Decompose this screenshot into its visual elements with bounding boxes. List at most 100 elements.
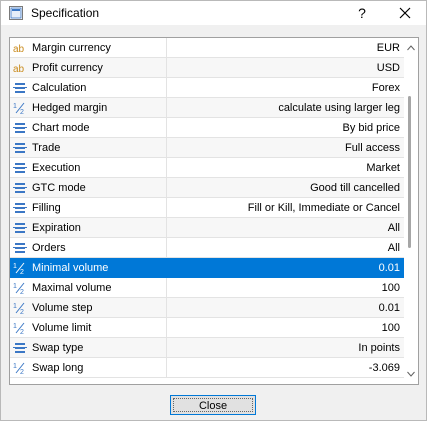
scroll-up-arrow-icon[interactable]	[407, 44, 415, 52]
column-separator	[166, 338, 167, 358]
property-value: Forex	[371, 82, 400, 94]
list-icon	[13, 121, 27, 135]
column-separator	[166, 38, 167, 58]
property-row[interactable]: 1 2 Maximal volume 100	[10, 278, 404, 298]
svg-text:ab: ab	[13, 64, 25, 75]
property-name: Volume step	[32, 302, 93, 314]
property-value: Market	[366, 162, 400, 174]
property-row[interactable]: Filling Fill or Kill, Immediate or Cancel	[10, 198, 404, 218]
property-value: Good till cancelled	[310, 182, 400, 194]
svg-text:1: 1	[13, 323, 17, 330]
column-separator	[166, 258, 167, 278]
number-icon: 12	[13, 261, 27, 276]
title-bar[interactable]: Specification ?	[1, 1, 426, 25]
scrollbar-thumb[interactable]	[408, 96, 411, 248]
column-separator	[166, 238, 167, 258]
property-value: 100	[381, 322, 400, 334]
list-icon	[13, 201, 27, 215]
property-row[interactable]: 1 2 Minimal volume 0.01	[10, 258, 404, 278]
text-icon: ab	[13, 61, 27, 75]
property-value: By bid price	[342, 122, 400, 134]
column-separator	[166, 118, 167, 138]
svg-text:2: 2	[20, 309, 24, 315]
list-icon	[13, 241, 27, 255]
svg-text:2: 2	[20, 369, 24, 375]
property-row[interactable]: ab Profit currency USD	[10, 58, 404, 78]
property-name: Profit currency	[32, 62, 103, 74]
svg-text:1: 1	[13, 303, 17, 310]
property-row[interactable]: Swap type In points	[10, 338, 404, 358]
property-row[interactable]: 1 2 Volume step 0.01	[10, 298, 404, 318]
list-icon	[13, 341, 27, 355]
window-title: Specification	[31, 6, 100, 20]
list-icon	[13, 141, 27, 155]
property-value: All	[387, 222, 400, 234]
property-name: Minimal volume	[32, 262, 109, 274]
specification-grid[interactable]: ab Margin currency EUR ab Profit currency USD…	[9, 37, 419, 385]
column-separator	[166, 58, 167, 78]
svg-text:2: 2	[20, 329, 24, 335]
help-button[interactable]: ?	[353, 3, 371, 23]
property-name: Execution	[32, 162, 81, 174]
property-row[interactable]: 1 2 Hedged margin calculate using larger le…	[10, 98, 404, 118]
list-icon	[13, 161, 27, 175]
number-icon: 12	[13, 281, 27, 296]
focus-rectangle	[173, 398, 253, 412]
svg-text:1: 1	[13, 363, 17, 370]
close-window-button[interactable]	[395, 3, 415, 23]
number-icon: 12	[13, 321, 27, 336]
svg-text:2: 2	[20, 289, 24, 295]
property-row[interactable]: 1 2 Volume limit 100	[10, 318, 404, 338]
number-icon: 12	[13, 301, 27, 316]
property-row[interactable]: 1 2 Swap long -3.069	[10, 358, 404, 378]
property-value: -3.069	[368, 362, 400, 374]
column-separator	[166, 298, 167, 318]
svg-text:2: 2	[20, 269, 24, 275]
property-name: Trade	[32, 142, 61, 154]
property-row[interactable]: GTC mode Good till cancelled	[10, 178, 404, 198]
property-name: GTC mode	[32, 182, 86, 194]
property-name: Hedged margin	[32, 102, 108, 114]
property-value: All	[387, 242, 400, 254]
property-name: Swap long	[32, 362, 84, 374]
list-icon	[13, 81, 27, 95]
column-separator	[166, 158, 167, 178]
column-separator	[166, 278, 167, 298]
column-separator	[166, 178, 167, 198]
column-separator	[166, 98, 167, 118]
property-value: 0.01	[378, 302, 400, 314]
column-separator	[166, 138, 167, 158]
property-name: Maximal volume	[32, 282, 112, 294]
text-icon: ab	[13, 41, 27, 55]
property-value: Fill or Kill, Immediate or Cancel	[247, 202, 400, 214]
close-button[interactable]: Close	[170, 395, 256, 415]
property-value: USD	[376, 62, 400, 74]
property-name: Chart mode	[32, 122, 90, 134]
property-row[interactable]: Expiration All	[10, 218, 404, 238]
scroll-down-arrow-icon[interactable]	[407, 370, 415, 378]
property-row[interactable]: Trade Full access	[10, 138, 404, 158]
property-row[interactable]: Execution Market	[10, 158, 404, 178]
property-name: Swap type	[32, 342, 84, 354]
vertical-scrollbar[interactable]	[404, 38, 418, 384]
property-row[interactable]: Chart mode By bid price	[10, 118, 404, 138]
property-value: 100	[381, 282, 400, 294]
property-name: Filling	[32, 202, 61, 214]
list-icon	[13, 181, 27, 195]
list-icon	[13, 221, 27, 235]
property-row[interactable]: ab Margin currency EUR	[10, 38, 404, 58]
svg-text:1: 1	[13, 263, 17, 270]
property-value: Full access	[344, 142, 400, 154]
svg-text:2: 2	[20, 109, 24, 115]
column-separator	[166, 198, 167, 218]
svg-text:1: 1	[13, 103, 17, 110]
property-row[interactable]: Orders All	[10, 238, 404, 258]
property-name: Margin currency	[32, 42, 111, 54]
property-value: EUR	[376, 42, 400, 54]
svg-text:1: 1	[13, 283, 17, 290]
property-value: In points	[358, 342, 400, 354]
property-name: Orders	[32, 242, 66, 254]
close-icon	[399, 7, 411, 19]
property-row[interactable]: Calculation Forex	[10, 78, 404, 98]
property-value: calculate using larger leg	[278, 102, 400, 114]
